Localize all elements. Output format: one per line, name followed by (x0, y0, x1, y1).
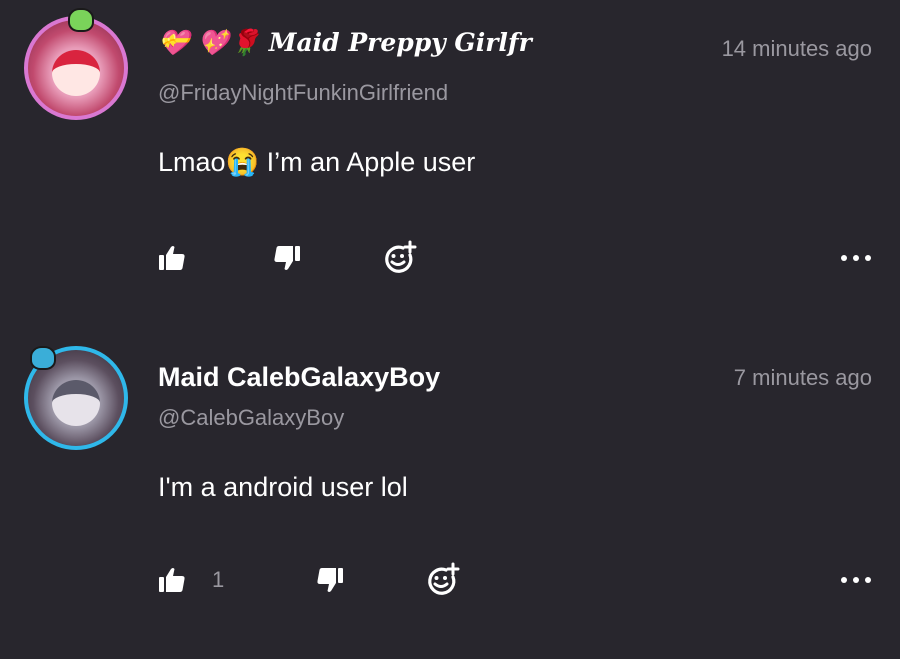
add-emoji-icon (385, 240, 417, 273)
commenter-name[interactable]: 💝 💖🌹 𝑴𝒂𝒊𝒅 𝑷𝒓𝒆𝒑𝒑𝒚 𝑮𝒊𝒓𝒍𝒇𝒓 (158, 28, 653, 58)
add-reaction-button[interactable] (381, 238, 417, 278)
more-options-icon (841, 577, 871, 583)
thumbs-up-icon (159, 568, 185, 592)
commenter-handle[interactable]: @FridayNightFunkinGirlfriend (158, 80, 448, 106)
thumbs-down-icon (274, 246, 300, 270)
comment-item: 💝 💖🌹 𝑴𝒂𝒊𝒅 𝑷𝒓𝒆𝒑𝒑𝒚 𝑮𝒊𝒓𝒍𝒇𝒓 @FridayNightFunk… (0, 0, 900, 320)
comment-text: Lmao😭 I’m an Apple user (158, 147, 476, 177)
add-reaction-button[interactable] (424, 560, 460, 600)
avatar-image (52, 50, 100, 96)
like-button[interactable] (158, 238, 212, 278)
comment-timestamp: 7 minutes ago (733, 365, 872, 390)
comment-timestamp: 14 minutes ago (721, 36, 872, 61)
avatar[interactable] (24, 346, 128, 450)
comment-actions: 1 (0, 560, 900, 600)
more-options-button[interactable] (840, 238, 872, 278)
avatar-decoration-icon (30, 346, 56, 370)
more-options-icon (841, 255, 871, 261)
avatar-decoration-icon (68, 8, 94, 32)
thumbs-down-icon (317, 568, 343, 592)
comment-actions (0, 238, 900, 278)
like-count: 1 (212, 567, 225, 592)
avatar-image (52, 380, 100, 426)
comment-item: Maid CalebGalaxyBoy @CalebGalaxyBoy 7 mi… (0, 320, 900, 659)
commenter-handle[interactable]: @CalebGalaxyBoy (158, 405, 344, 431)
like-button[interactable]: 1 (158, 560, 224, 600)
commenter-name[interactable]: Maid CalebGalaxyBoy (158, 362, 678, 393)
avatar[interactable] (24, 8, 128, 120)
add-emoji-icon (428, 562, 460, 595)
dislike-button[interactable] (316, 560, 344, 600)
thumbs-up-icon (159, 246, 185, 270)
comment-text: I'm a android user lol (158, 472, 408, 502)
more-options-button[interactable] (840, 560, 872, 600)
dislike-button[interactable] (273, 238, 301, 278)
